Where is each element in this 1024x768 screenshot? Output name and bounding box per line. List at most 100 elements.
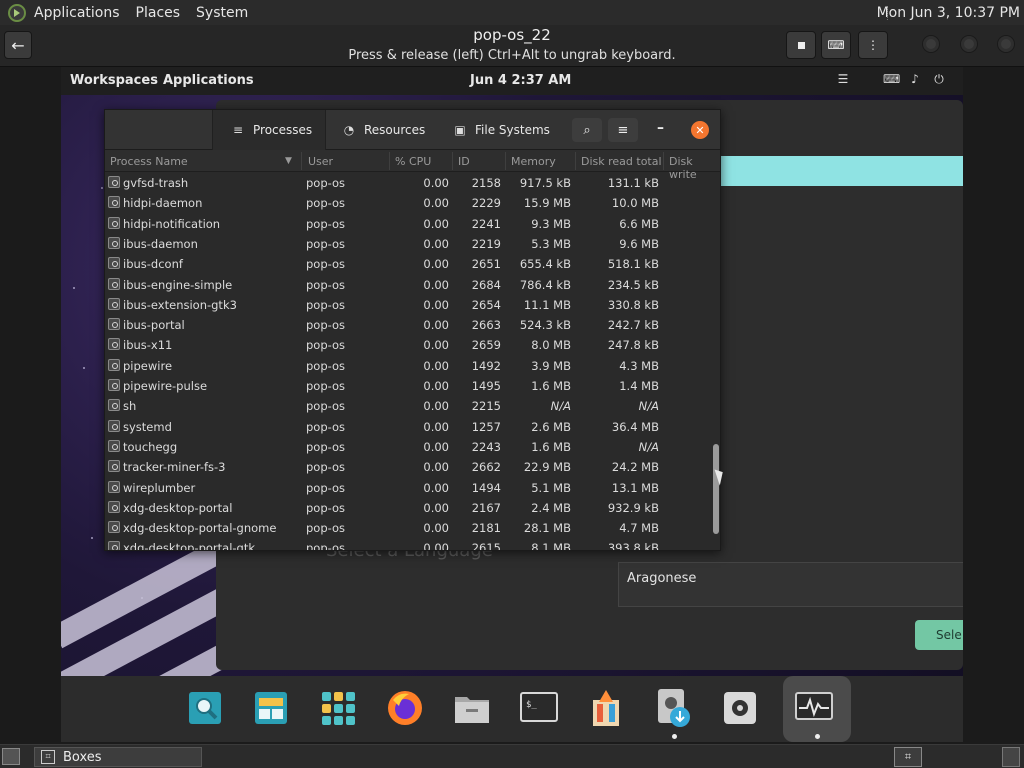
column-memory[interactable]: Memory — [511, 155, 556, 168]
menu-places[interactable]: Places — [128, 5, 189, 21]
tab-processes[interactable]: ≡ Processes — [212, 110, 326, 150]
applications-button[interactable]: Applications — [163, 73, 254, 88]
column-cpu[interactable]: % CPU — [395, 155, 431, 168]
process-memory: 2.4 MB — [531, 500, 571, 515]
workspace-switcher-icon[interactable]: ⌗ — [894, 747, 922, 767]
process-cpu: 0.00 — [423, 500, 449, 515]
column-process-name[interactable]: Process Name — [110, 155, 188, 168]
process-icon — [108, 480, 120, 493]
guest-display[interactable]: Select a Language Aragonese Sele Workspa… — [61, 67, 963, 742]
table-row[interactable]: sh pop-os 0.00 2215 N/A N/A — [105, 395, 710, 415]
table-row[interactable]: touchegg pop-os 0.00 2243 1.6 MB N/A — [105, 436, 710, 456]
process-cpu: 0.00 — [423, 338, 449, 353]
process-name: ibus-daemon — [123, 236, 198, 251]
table-row[interactable]: hidpi-notification pop-os 0.00 2241 9.3 MB 6.… — [105, 213, 710, 233]
table-row[interactable]: gvfsd-trash pop-os 0.00 2158 917.5 kB 131.1 k… — [105, 172, 710, 192]
svg-text:$_: $_ — [526, 700, 537, 710]
network-icon[interactable]: ☰ — [835, 72, 851, 88]
process-name: pipewire-pulse — [123, 379, 208, 393]
process-user: pop-os — [306, 216, 346, 231]
minimize-button[interactable]: – — [657, 120, 664, 136]
store-icon[interactable] — [586, 688, 626, 728]
maximize-window-button[interactable] — [960, 35, 978, 53]
table-row[interactable]: systemd pop-os 0.00 1257 2.6 MB 36.4 MB — [105, 416, 710, 436]
table-row[interactable]: ibus-portal pop-os 0.00 2663 524.3 kB 242.7 k… — [105, 314, 710, 334]
volume-icon[interactable]: ♪ — [907, 72, 923, 88]
stop-button[interactable] — [786, 31, 816, 59]
table-row[interactable]: hidpi-daemon pop-os 0.00 2229 15.9 MB 10.0 MB — [105, 192, 710, 212]
scrollbar[interactable] — [711, 172, 720, 550]
column-user[interactable]: User — [308, 155, 333, 168]
firefox-icon[interactable] — [385, 688, 425, 728]
table-row[interactable]: pipewire-pulse pop-os 0.00 1495 1.6 MB 1.4 MB — [105, 375, 710, 395]
system-monitor-icon[interactable] — [794, 688, 834, 728]
menu-applications[interactable]: Applications — [26, 5, 128, 21]
process-column-header: Process Name ▼ User % CPU ID Memory Disk… — [105, 150, 720, 181]
search-app-icon[interactable] — [185, 688, 225, 728]
terminal-icon[interactable]: $_ — [519, 688, 559, 728]
hamburger-icon: ≡ — [617, 122, 629, 138]
menu-system[interactable]: System — [188, 5, 256, 21]
table-row[interactable]: wireplumber pop-os 0.00 1494 5.1 MB 13.1 MB — [105, 477, 710, 497]
minimize-window-button[interactable] — [922, 35, 940, 53]
taskbar-window-boxes[interactable]: ⌗ Boxes — [34, 747, 202, 767]
table-row[interactable]: xdg-desktop-portal pop-os 0.00 2167 2.4 MB 93… — [105, 497, 710, 517]
language-item[interactable]: Aragonese — [627, 571, 696, 586]
hamburger-menu-button[interactable]: ≡ — [608, 118, 638, 142]
table-row[interactable]: xdg-desktop-portal-gtk pop-os 0.00 2615 8.1 … — [105, 537, 710, 550]
power-icon[interactable]: ⏻ — [931, 72, 947, 88]
process-name: tracker-miner-fs-3 — [123, 460, 226, 475]
language-list[interactable]: Aragonese — [618, 562, 963, 607]
table-row[interactable]: ibus-extension-gtk3 pop-os 0.00 2654 11.1 MB… — [105, 294, 710, 314]
search-button[interactable]: ⌕ — [572, 118, 602, 142]
process-id: 2241 — [471, 216, 501, 231]
installer-icon[interactable] — [653, 688, 693, 728]
table-row[interactable]: ibus-daemon pop-os 0.00 2219 5.3 MB 9.6 MB — [105, 233, 710, 253]
process-cpu: 0.00 — [423, 358, 449, 373]
process-icon — [108, 358, 120, 371]
table-row[interactable]: ibus-x11 pop-os 0.00 2659 8.0 MB 247.8 kB — [105, 334, 710, 354]
show-desktop-button[interactable] — [2, 748, 20, 765]
select-button[interactable]: Sele — [915, 620, 963, 650]
tab-file-systems[interactable]: ▣ File Systems — [453, 110, 550, 150]
process-disk-read: 6.6 MB — [619, 216, 659, 231]
process-cpu: 0.00 — [423, 480, 449, 495]
send-keys-button[interactable]: ⌨ — [821, 31, 851, 59]
process-id: 1495 — [471, 379, 501, 393]
process-name: wireplumber — [123, 480, 196, 495]
process-user: pop-os — [306, 196, 346, 211]
system-monitor-window: ≡ Processes ◔ Resources ▣ File Systems ⌕… — [104, 109, 721, 551]
close-window-button[interactable] — [997, 35, 1015, 53]
table-row[interactable]: xdg-desktop-portal-gnome pop-os 0.00 2181 28… — [105, 517, 710, 537]
workspaces-button[interactable]: Workspaces — [70, 73, 158, 88]
table-row[interactable]: pipewire pop-os 0.00 1492 3.9 MB 4.3 MB — [105, 355, 710, 375]
column-disk-read[interactable]: Disk read total — [581, 155, 662, 168]
workspaces-app-icon[interactable] — [251, 688, 291, 728]
tab-resources[interactable]: ◔ Resources — [342, 110, 426, 150]
column-id[interactable]: ID — [458, 155, 470, 168]
trash-applet[interactable] — [1002, 747, 1020, 767]
files-icon[interactable] — [452, 688, 492, 728]
process-icon — [108, 297, 120, 310]
process-disk-read: N/A — [638, 399, 659, 414]
scroll-thumb[interactable] — [713, 444, 719, 534]
distro-logo-icon[interactable] — [8, 3, 26, 22]
guest-clock[interactable]: Jun 4 2:37 AM — [470, 73, 571, 88]
app-grid-icon[interactable] — [318, 688, 358, 728]
process-id: 2181 — [471, 521, 501, 536]
sort-desc-icon: ▼ — [285, 156, 292, 166]
host-clock[interactable]: Mon Jun 3, 10:37 PM — [877, 5, 1020, 21]
close-button[interactable]: ✕ — [691, 121, 709, 139]
table-row[interactable]: ibus-engine-simple pop-os 0.00 2684 786.4 kB… — [105, 274, 710, 294]
more-menu-button[interactable]: ⋮ — [858, 31, 888, 59]
process-user: pop-os — [306, 236, 346, 251]
keyboard-layout-icon[interactable]: ⌨ — [883, 72, 900, 88]
process-icon — [108, 318, 120, 331]
process-user: pop-os — [306, 399, 346, 414]
table-row[interactable]: tracker-miner-fs-3 pop-os 0.00 2662 22.9 MB 2… — [105, 456, 710, 476]
process-memory: 1.6 MB — [531, 439, 571, 454]
table-row[interactable]: ibus-dconf pop-os 0.00 2651 655.4 kB 518.1 kB — [105, 253, 710, 273]
process-cpu: 0.00 — [423, 379, 449, 393]
process-cpu: 0.00 — [423, 196, 449, 211]
settings-icon[interactable] — [720, 688, 760, 728]
